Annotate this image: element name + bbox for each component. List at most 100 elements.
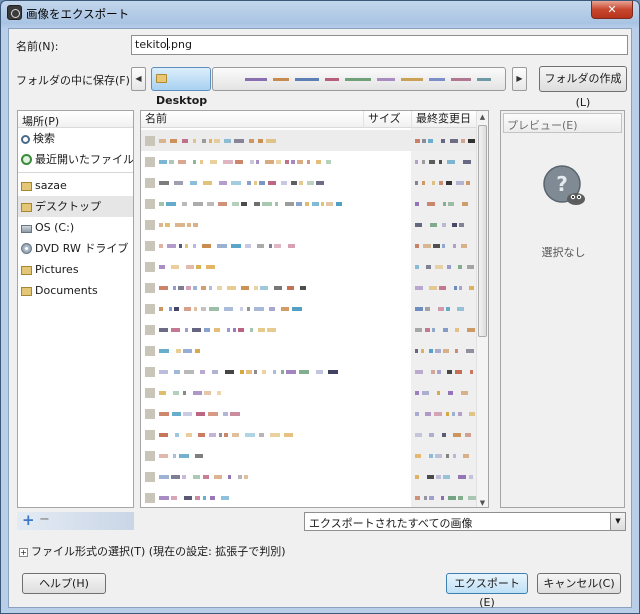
add-place-icon[interactable]: + bbox=[22, 511, 35, 529]
obscured-filename bbox=[184, 370, 194, 374]
obscured-filename bbox=[336, 202, 342, 206]
path-segment-obscured[interactable] bbox=[212, 67, 506, 91]
file-row[interactable] bbox=[141, 193, 478, 214]
path-back-button[interactable]: ◀ bbox=[131, 67, 146, 91]
file-row[interactable] bbox=[141, 382, 478, 403]
help-button[interactable]: ヘルプ(H) bbox=[22, 573, 106, 594]
place-os-c[interactable]: OS (C:) bbox=[18, 217, 133, 238]
file-row[interactable] bbox=[141, 235, 478, 256]
column-header-size[interactable]: サイズ bbox=[363, 111, 411, 128]
place-documents[interactable]: Documents bbox=[18, 280, 133, 301]
obscured-filename bbox=[224, 139, 231, 143]
scroll-down-icon[interactable]: ▼ bbox=[477, 499, 488, 507]
obscured-date bbox=[468, 496, 476, 500]
file-row[interactable] bbox=[141, 298, 478, 319]
file-row[interactable] bbox=[141, 466, 478, 487]
obscured-filename bbox=[312, 202, 319, 206]
obscured-filename bbox=[175, 433, 179, 437]
create-folder-button[interactable]: フォルダの作成(L) bbox=[539, 66, 627, 109]
obscured-filename bbox=[232, 433, 239, 437]
places-header[interactable]: 場所(P) bbox=[18, 111, 133, 128]
preview-placeholder-icon: ? bbox=[543, 165, 585, 205]
title-bar[interactable]: 画像をエクスポート ✕ bbox=[1, 1, 639, 25]
obscured-date bbox=[446, 307, 450, 311]
file-row[interactable] bbox=[141, 172, 478, 193]
file-row[interactable] bbox=[141, 361, 478, 382]
obscured-date bbox=[415, 160, 418, 164]
file-row[interactable] bbox=[141, 319, 478, 340]
preview-toggle[interactable]: プレビュー(E) bbox=[503, 113, 622, 133]
file-row[interactable] bbox=[141, 340, 478, 361]
places-separator bbox=[18, 172, 133, 173]
obscured-date bbox=[448, 202, 454, 206]
place-desktop[interactable]: デスクトップ bbox=[18, 196, 133, 217]
search-icon bbox=[21, 135, 30, 144]
path-desktop-button[interactable]: Desktop bbox=[151, 67, 211, 107]
obscured-date bbox=[461, 139, 465, 143]
file-filter-select[interactable]: エクスポートされたすべての画像 ▼ bbox=[304, 512, 626, 531]
file-row[interactable] bbox=[141, 277, 478, 298]
obscured-filename bbox=[305, 202, 309, 206]
obscured-filename bbox=[174, 181, 183, 185]
cancel-button[interactable]: キャンセル(C) bbox=[537, 573, 621, 594]
file-list-scrollbar[interactable]: ▲ ▼ bbox=[476, 111, 488, 507]
obscured-filename bbox=[159, 454, 168, 458]
file-type-expander[interactable]: + ファイル形式の選択(T) (現在の設定: 拡張子で判別) bbox=[19, 543, 286, 559]
path-forward-button[interactable]: ▶ bbox=[512, 67, 527, 91]
place-recent[interactable]: 最近開いたファイル bbox=[18, 149, 133, 170]
obscured-filename bbox=[204, 391, 211, 395]
file-row[interactable] bbox=[141, 151, 478, 172]
obscured-date bbox=[448, 496, 456, 500]
scrollbar-thumb[interactable] bbox=[478, 125, 487, 337]
column-header-modified[interactable]: 最終変更日 ▼ bbox=[411, 111, 478, 140]
chevron-down-icon[interactable]: ▼ bbox=[610, 513, 625, 530]
file-row[interactable] bbox=[141, 487, 478, 507]
obscured-filename bbox=[227, 286, 236, 290]
scroll-up-icon[interactable]: ▲ bbox=[477, 113, 488, 121]
obscured-filename bbox=[183, 391, 186, 395]
place-sazae[interactable]: sazae bbox=[18, 175, 133, 196]
obscured-filename bbox=[214, 475, 222, 479]
file-row[interactable] bbox=[141, 403, 478, 424]
folder-icon bbox=[21, 266, 32, 275]
obscured-filename bbox=[159, 496, 169, 500]
obscured-filename bbox=[159, 349, 169, 353]
file-row[interactable] bbox=[141, 256, 478, 277]
file-row[interactable] bbox=[141, 214, 478, 235]
column-header-name[interactable]: 名前 bbox=[141, 111, 363, 128]
obscured-filename bbox=[244, 475, 248, 479]
obscured-date bbox=[415, 307, 423, 311]
file-row[interactable] bbox=[141, 424, 478, 445]
close-button[interactable]: ✕ bbox=[591, 1, 633, 19]
export-button[interactable]: エクスポート(E) bbox=[446, 573, 528, 609]
place-dvd[interactable]: DVD RW ドライブ … bbox=[18, 238, 133, 259]
obscured-filename bbox=[259, 181, 265, 185]
file-icon bbox=[145, 493, 155, 503]
obscured-filename bbox=[246, 370, 252, 374]
obscured-filename bbox=[250, 328, 253, 332]
obscured-date bbox=[439, 181, 443, 185]
file-icon bbox=[145, 409, 155, 419]
obscured-filename bbox=[285, 160, 289, 164]
file-row[interactable] bbox=[141, 445, 478, 466]
obscured-filename bbox=[193, 223, 198, 227]
remove-place-icon[interactable]: − bbox=[39, 512, 50, 527]
place-search[interactable]: 検索 bbox=[18, 128, 133, 149]
obscured-date bbox=[415, 391, 419, 395]
obscured-filename bbox=[227, 328, 230, 332]
file-icon bbox=[145, 283, 155, 293]
obscured-date bbox=[461, 391, 468, 395]
place-label: Pictures bbox=[35, 263, 79, 276]
obscured-filename bbox=[300, 286, 306, 290]
filename-input[interactable]: tekito.png bbox=[131, 35, 628, 55]
obscured-filename bbox=[254, 181, 257, 185]
file-row[interactable] bbox=[141, 130, 478, 151]
obscured-filename bbox=[292, 307, 302, 311]
obscured-date bbox=[447, 265, 451, 269]
obscured-filename bbox=[268, 181, 276, 185]
modified-header-label: 最終変更日 bbox=[416, 112, 471, 125]
obscured-date bbox=[466, 181, 470, 185]
place-pictures[interactable]: Pictures bbox=[18, 259, 133, 280]
obscured-filename bbox=[285, 202, 294, 206]
obscured-filename bbox=[221, 496, 229, 500]
